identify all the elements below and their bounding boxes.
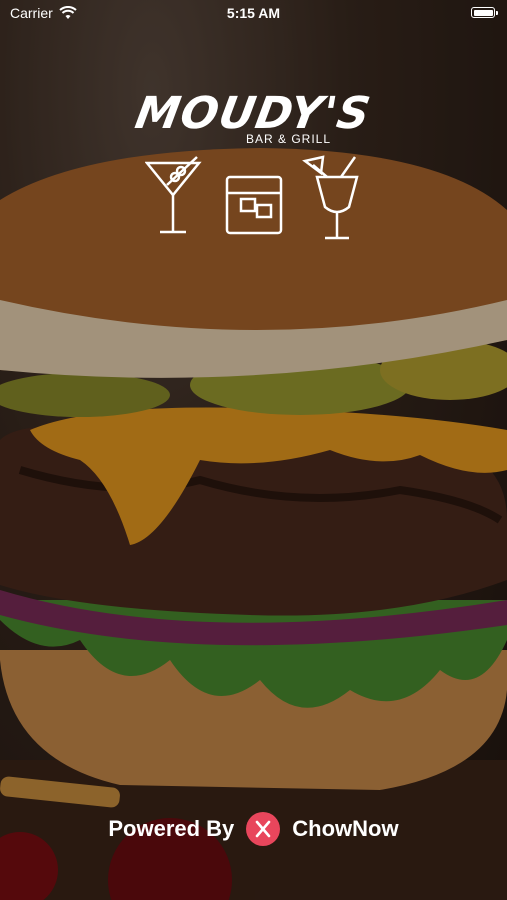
cocktail-glass-icon bbox=[302, 155, 359, 240]
chownow-logo-icon bbox=[246, 812, 281, 846]
powered-by-footer: Powered By ChowNow bbox=[0, 812, 507, 846]
chownow-brand-label: ChowNow bbox=[292, 816, 399, 841]
whiskey-glass-icon bbox=[225, 175, 283, 235]
martini-glass-icon bbox=[145, 156, 202, 234]
logo-name: MOUDY'S bbox=[132, 88, 376, 139]
drink-icons bbox=[145, 155, 359, 240]
restaurant-logo: MOUDY'S BAR & GRILL bbox=[0, 88, 507, 146]
battery-icon bbox=[471, 7, 498, 18]
powered-by-label: Powered By bbox=[108, 816, 235, 841]
status-bar: Carrier 5:15 AM bbox=[0, 0, 507, 26]
status-time: 5:15 AM bbox=[226, 5, 281, 21]
